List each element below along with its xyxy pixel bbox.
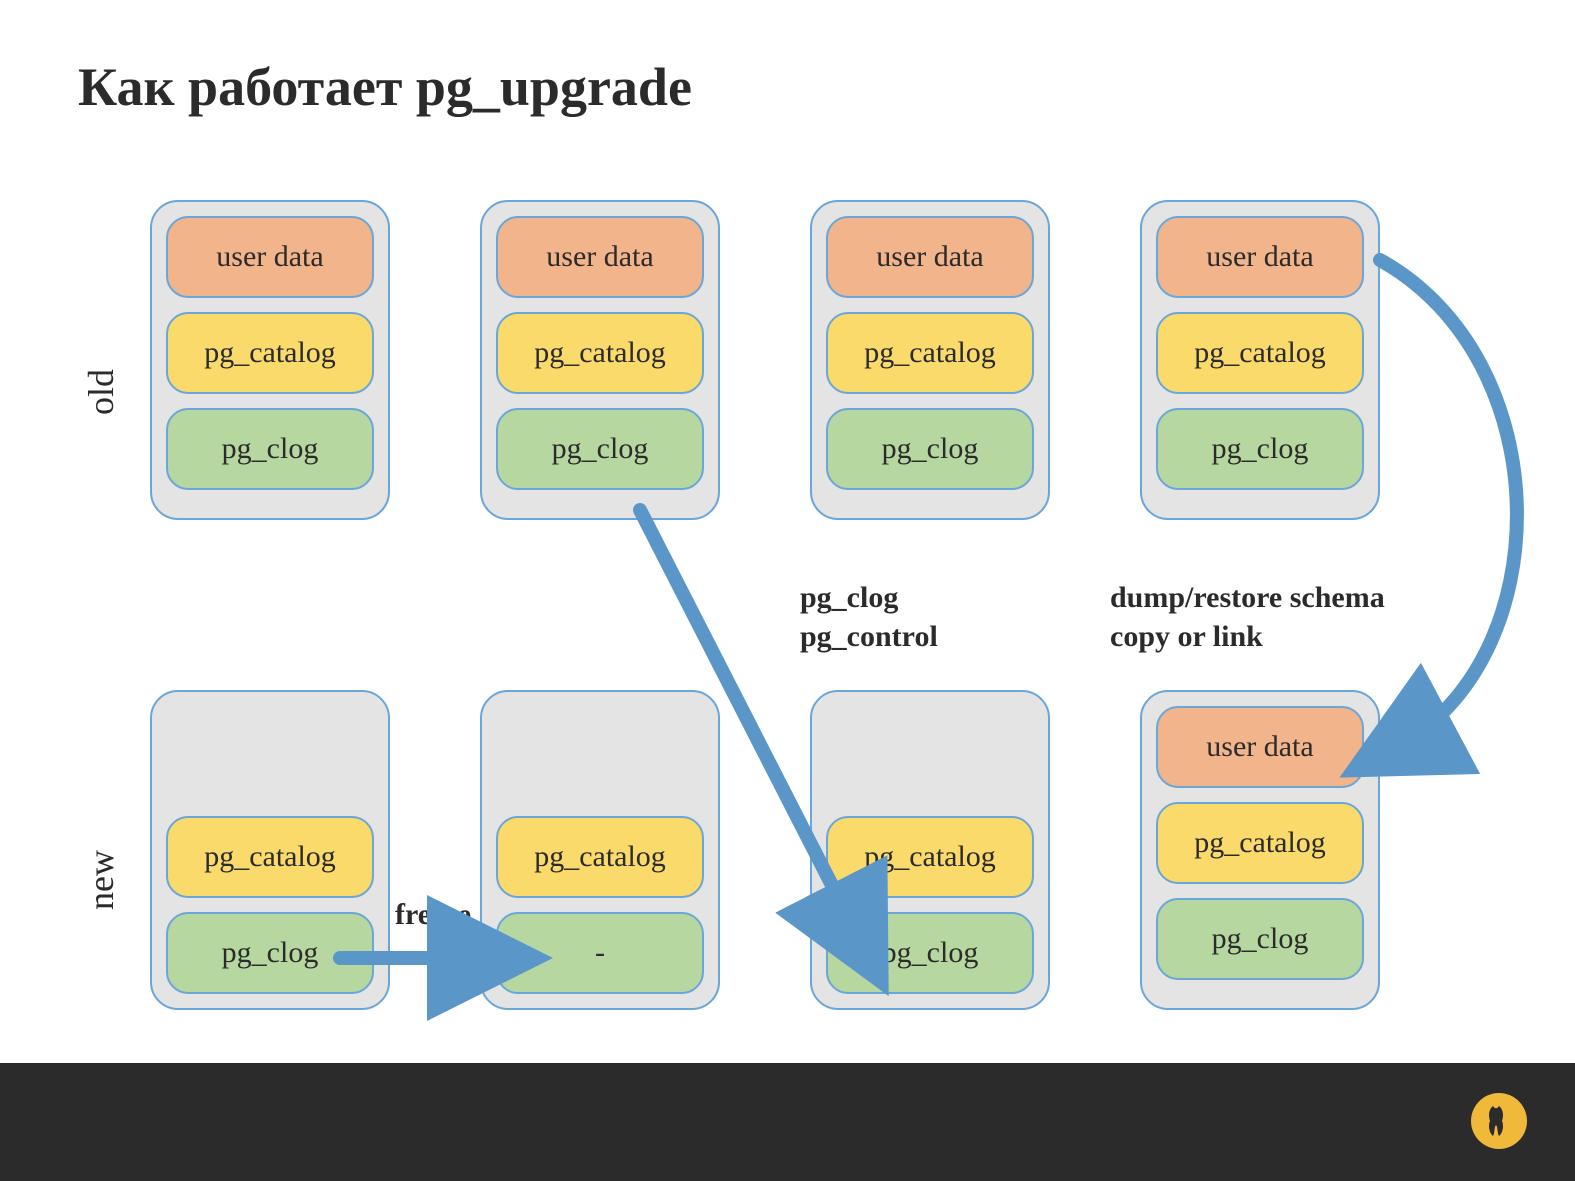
old-cluster-1: user data pg_catalog pg_clog [150,200,390,520]
annotation-col4: dump/restore schema copy or link [1110,578,1385,656]
logo-badge [1471,1093,1527,1149]
annotation-col3: pg_clog pg_control [800,578,938,656]
box-user-data: user data [496,216,704,298]
box-user-data: user data [166,216,374,298]
new-cluster-2: pg_catalog - [480,690,720,1010]
row-label-old: old [80,369,122,415]
box-catalog: pg_catalog [166,816,374,898]
box-catalog: pg_catalog [826,312,1034,394]
box-user-data: user data [1156,216,1364,298]
elephant-icon [1484,1103,1514,1139]
row-label-new: new [80,850,122,910]
box-clog: pg_clog [1156,898,1364,980]
new-cluster-4: user data pg_catalog pg_clog [1140,690,1380,1010]
box-catalog: pg_catalog [1156,312,1364,394]
new-cluster-3: pg_catalog pg_clog [810,690,1050,1010]
slide-title: Как работает pg_upgrade [78,56,692,118]
box-catalog: pg_catalog [496,312,704,394]
box-clog: pg_clog [166,408,374,490]
old-cluster-4: user data pg_catalog pg_clog [1140,200,1380,520]
box-clog: pg_clog [166,912,374,994]
annotation-freeze: freeze [395,895,471,934]
box-catalog: pg_catalog [166,312,374,394]
box-clog-dash: - [496,912,704,994]
box-user-data: user data [1156,706,1364,788]
old-cluster-2: user data pg_catalog pg_clog [480,200,720,520]
box-catalog: pg_catalog [496,816,704,898]
box-clog: pg_clog [826,912,1034,994]
box-catalog: pg_catalog [1156,802,1364,884]
box-clog: pg_clog [826,408,1034,490]
old-cluster-3: user data pg_catalog pg_clog [810,200,1050,520]
new-cluster-1: pg_catalog pg_clog [150,690,390,1010]
box-clog: pg_clog [1156,408,1364,490]
footer-bar [0,1063,1575,1181]
box-clog: pg_clog [496,408,704,490]
box-user-data: user data [826,216,1034,298]
box-catalog: pg_catalog [826,816,1034,898]
